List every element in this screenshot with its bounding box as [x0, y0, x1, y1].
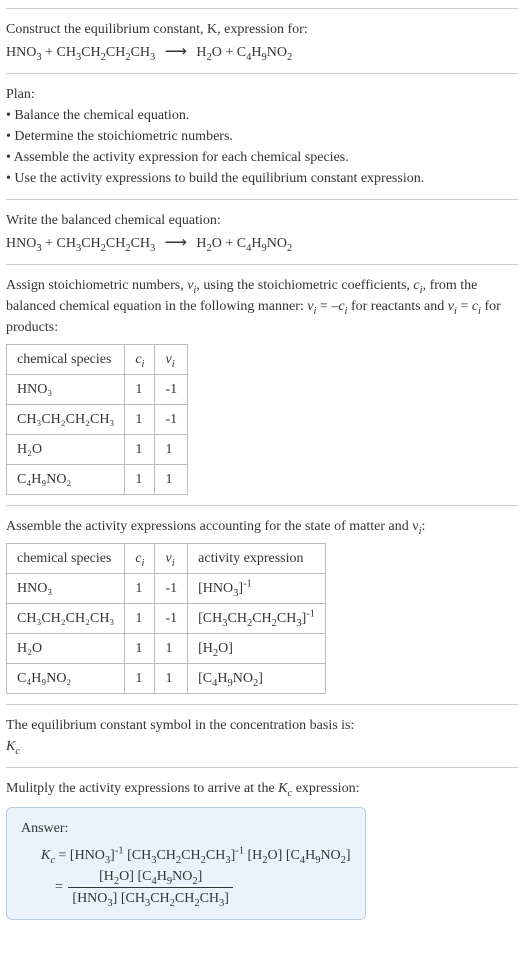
fraction-denominator: [HNO3] [CH3CH2CH2CH3]	[68, 888, 233, 909]
col-species: chemical species	[7, 544, 125, 574]
table-row: CH₃CH₂CH₂CH₃1-1	[7, 405, 188, 435]
plan-item: Use the activity expressions to build th…	[6, 168, 518, 189]
col-nui: νi	[155, 345, 188, 375]
activity-table: chemical species ci νi activity expressi…	[6, 543, 326, 694]
activity-expr: [CH3CH2CH2CH3]-1	[188, 604, 326, 634]
stoich-table: chemical species ci νi HNO₃1-1 CH₃CH₂CH₂…	[6, 344, 188, 495]
balanced-title: Write the balanced chemical equation:	[6, 210, 518, 231]
plan-item: Assemble the activity expression for eac…	[6, 147, 518, 168]
assign-section: Assign stoichiometric numbers, νi, using…	[6, 264, 518, 505]
question-text: Construct the equilibrium constant, K, e…	[6, 22, 308, 37]
balanced-equation: HNO3 + CH3CH2CH2CH3 ⟶ H2O + C4H9NO2	[6, 231, 518, 254]
table-row: H₂O11	[7, 435, 188, 465]
col-activity: activity expression	[188, 544, 326, 574]
question-equation: HNO3 + CH3CH2CH2CH3 ⟶ H2O + C4H9NO2	[6, 40, 518, 63]
plan-title: Plan:	[6, 84, 518, 105]
table-header-row: chemical species ci νi	[7, 345, 188, 375]
table-row: CH₃CH₂CH₂CH₃1-1 [CH3CH2CH2CH3]-1	[7, 604, 326, 634]
table-row: H₂O11 [H2O]	[7, 634, 326, 664]
answer-label: Answer:	[21, 818, 351, 839]
col-ci: ci	[125, 544, 155, 574]
answer-box: Answer: Kc = [HNO3]-1 [CH3CH2CH2CH3]-1 […	[6, 807, 366, 920]
question-section: Construct the equilibrium constant, K, e…	[6, 8, 518, 73]
table-row: C₄H₉NO₂11 [C4H9NO2]	[7, 664, 326, 694]
activity-expr: [H2O]	[188, 634, 326, 664]
kc-symbol: Kc	[6, 736, 518, 757]
kc-symbol-section: The equilibrium constant symbol in the c…	[6, 704, 518, 767]
table-header-row: chemical species ci νi activity expressi…	[7, 544, 326, 574]
col-species: chemical species	[7, 345, 125, 375]
multiply-section: Mulitply the activity expressions to arr…	[6, 767, 518, 930]
assign-text: Assign stoichiometric numbers, νi, using…	[6, 275, 518, 338]
reaction-arrow-icon: ⟶	[165, 40, 187, 63]
balanced-section: Write the balanced chemical equation: HN…	[6, 199, 518, 264]
kc-expression-line2: = [H2O] [C4H9NO2] [HNO3] [CH3CH2CH2CH3]	[55, 866, 351, 909]
kc-expression-line1: Kc = [HNO3]-1 [CH3CH2CH2CH3]-1 [H2O] [C4…	[41, 845, 351, 866]
plan-list: Balance the chemical equation. Determine…	[6, 105, 518, 189]
reaction-arrow-icon: ⟶	[165, 231, 187, 254]
plan-section: Plan: Balance the chemical equation. Det…	[6, 73, 518, 199]
activity-text: Assemble the activity expressions accoun…	[6, 516, 518, 537]
plan-item: Determine the stoichiometric numbers.	[6, 126, 518, 147]
col-ci: ci	[125, 345, 155, 375]
kc-symbol-text: The equilibrium constant symbol in the c…	[6, 715, 518, 736]
activity-section: Assemble the activity expressions accoun…	[6, 505, 518, 704]
plan-item: Balance the chemical equation.	[6, 105, 518, 126]
table-row: HNO₃1-1 [HNO3]-1	[7, 574, 326, 604]
col-nui: νi	[155, 544, 188, 574]
activity-expr: [C4H9NO2]	[188, 664, 326, 694]
activity-expr: [HNO3]-1	[188, 574, 326, 604]
multiply-text: Mulitply the activity expressions to arr…	[6, 778, 518, 799]
fraction-numerator: [H2O] [C4H9NO2]	[68, 866, 233, 888]
table-row: C₄H₉NO₂11	[7, 465, 188, 495]
table-row: HNO₃1-1	[7, 375, 188, 405]
question-line1: Construct the equilibrium constant, K, e…	[6, 19, 518, 40]
fraction: [H2O] [C4H9NO2] [HNO3] [CH3CH2CH2CH3]	[68, 866, 233, 909]
